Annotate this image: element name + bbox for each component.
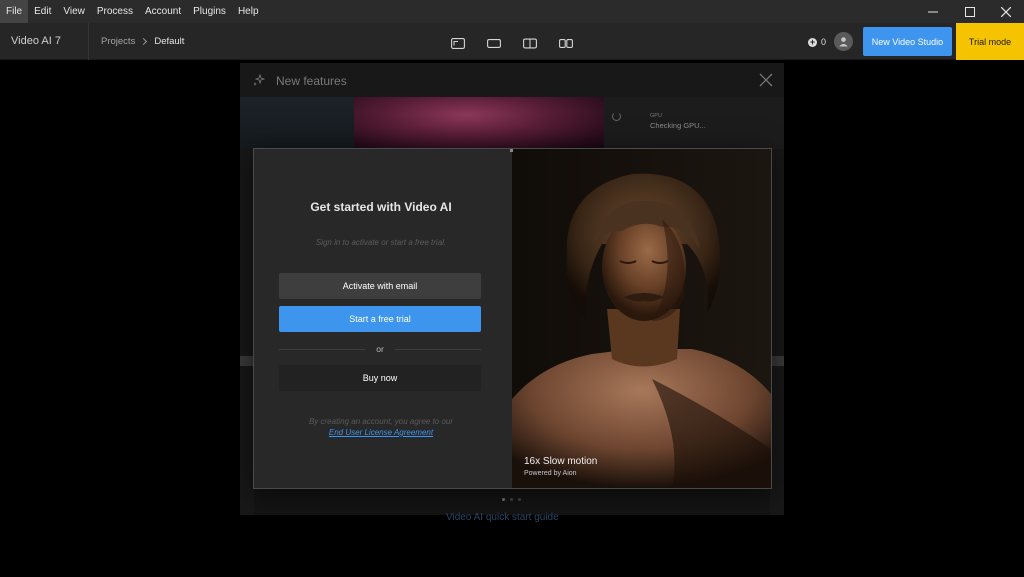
feature-preview-image [354,97,604,149]
trial-mode-button[interactable]: Trial mode [956,23,1024,60]
original-view-button[interactable] [487,36,501,48]
menu-help[interactable]: Help [232,0,265,23]
split-view-button[interactable] [559,36,573,48]
chevron-right-icon [140,37,148,46]
divider-line [395,349,481,350]
original-view-icon [487,39,501,48]
gpu-label: GPU [650,113,662,119]
breadcrumb-projects[interactable]: Projects [101,36,135,47]
menu-plugins[interactable]: Plugins [187,0,232,23]
carousel-dot[interactable] [502,498,505,501]
carousel-dot[interactable] [518,498,521,501]
signin-panel: Get started with Video AI Sign in to act… [254,149,512,488]
credits-count: 0 [821,37,827,47]
single-view-button[interactable] [451,36,465,49]
plus-circle-icon: + [808,36,817,47]
start-free-trial-button[interactable]: Start a free trial [279,306,481,332]
new-features-title: New features [276,74,347,88]
activate-with-email-button[interactable]: Activate with email [279,273,481,299]
menu-file[interactable]: File [0,0,29,23]
menu-account[interactable]: Account [139,0,187,23]
buy-now-button[interactable]: Buy now [279,365,481,391]
showcase-powered-by: Powered by Aion [524,470,577,477]
split-view-icon [559,39,573,48]
feature-preview-left [240,97,354,149]
quick-start-guide-link[interactable]: Video AI quick start guide [446,512,559,523]
portrait-image [512,149,771,488]
or-divider: or [279,344,481,354]
avatar[interactable] [834,32,853,51]
carousel-dots [502,498,521,501]
gpu-status-text: Checking GPU... [650,121,706,130]
maximize-button[interactable] [952,0,988,23]
side-by-side-button[interactable] [523,36,537,49]
menu-bar: File Edit View Process Account Plugins H… [0,0,1024,23]
eula-link[interactable]: End User License Agreement [254,428,508,437]
menu-edit[interactable]: Edit [28,0,57,23]
panel-edge-right [770,356,784,366]
new-features-header: New features [240,63,784,97]
gpu-status-panel: GPU Checking GPU... [604,97,784,149]
minimize-icon [928,11,938,12]
side-by-side-icon [523,38,537,49]
menu-process[interactable]: Process [91,0,139,23]
user-icon [839,37,848,47]
dialog-subtitle: Sign in to activate or start a free tria… [315,238,447,247]
menu-view[interactable]: View [57,0,91,23]
carousel-indicator [510,149,513,152]
carousel-dot[interactable] [510,498,513,501]
breadcrumb: Projects Default [101,36,184,47]
get-started-dialog: Get started with Video AI Sign in to act… [253,148,772,489]
credits-counter[interactable]: + 0 [808,37,826,47]
maximize-icon [965,6,975,17]
breadcrumb-current: Default [154,36,185,47]
top-toolbar: Video AI 7 Projects Default + 0 New Vide… [0,23,1024,60]
loading-spinner-icon [612,112,621,121]
feature-showcase-image: 16x Slow motion Powered by Aion [512,149,771,488]
panel-edge-left [240,356,254,366]
close-icon[interactable] [759,73,773,87]
single-view-icon [451,38,465,49]
showcase-caption: 16x Slow motion [524,456,598,467]
new-video-studio-button[interactable]: New Video Studio [863,27,952,56]
app-title: Video AI 7 [11,35,61,47]
legal-text: By creating an account, you agree to our [308,417,454,426]
close-window-button[interactable] [988,0,1024,23]
minimize-button[interactable] [915,0,951,23]
sparkle-icon [253,74,265,86]
toolbar-divider [88,23,89,60]
dialog-title: Get started with Video AI [310,200,452,214]
close-icon [1001,6,1011,17]
